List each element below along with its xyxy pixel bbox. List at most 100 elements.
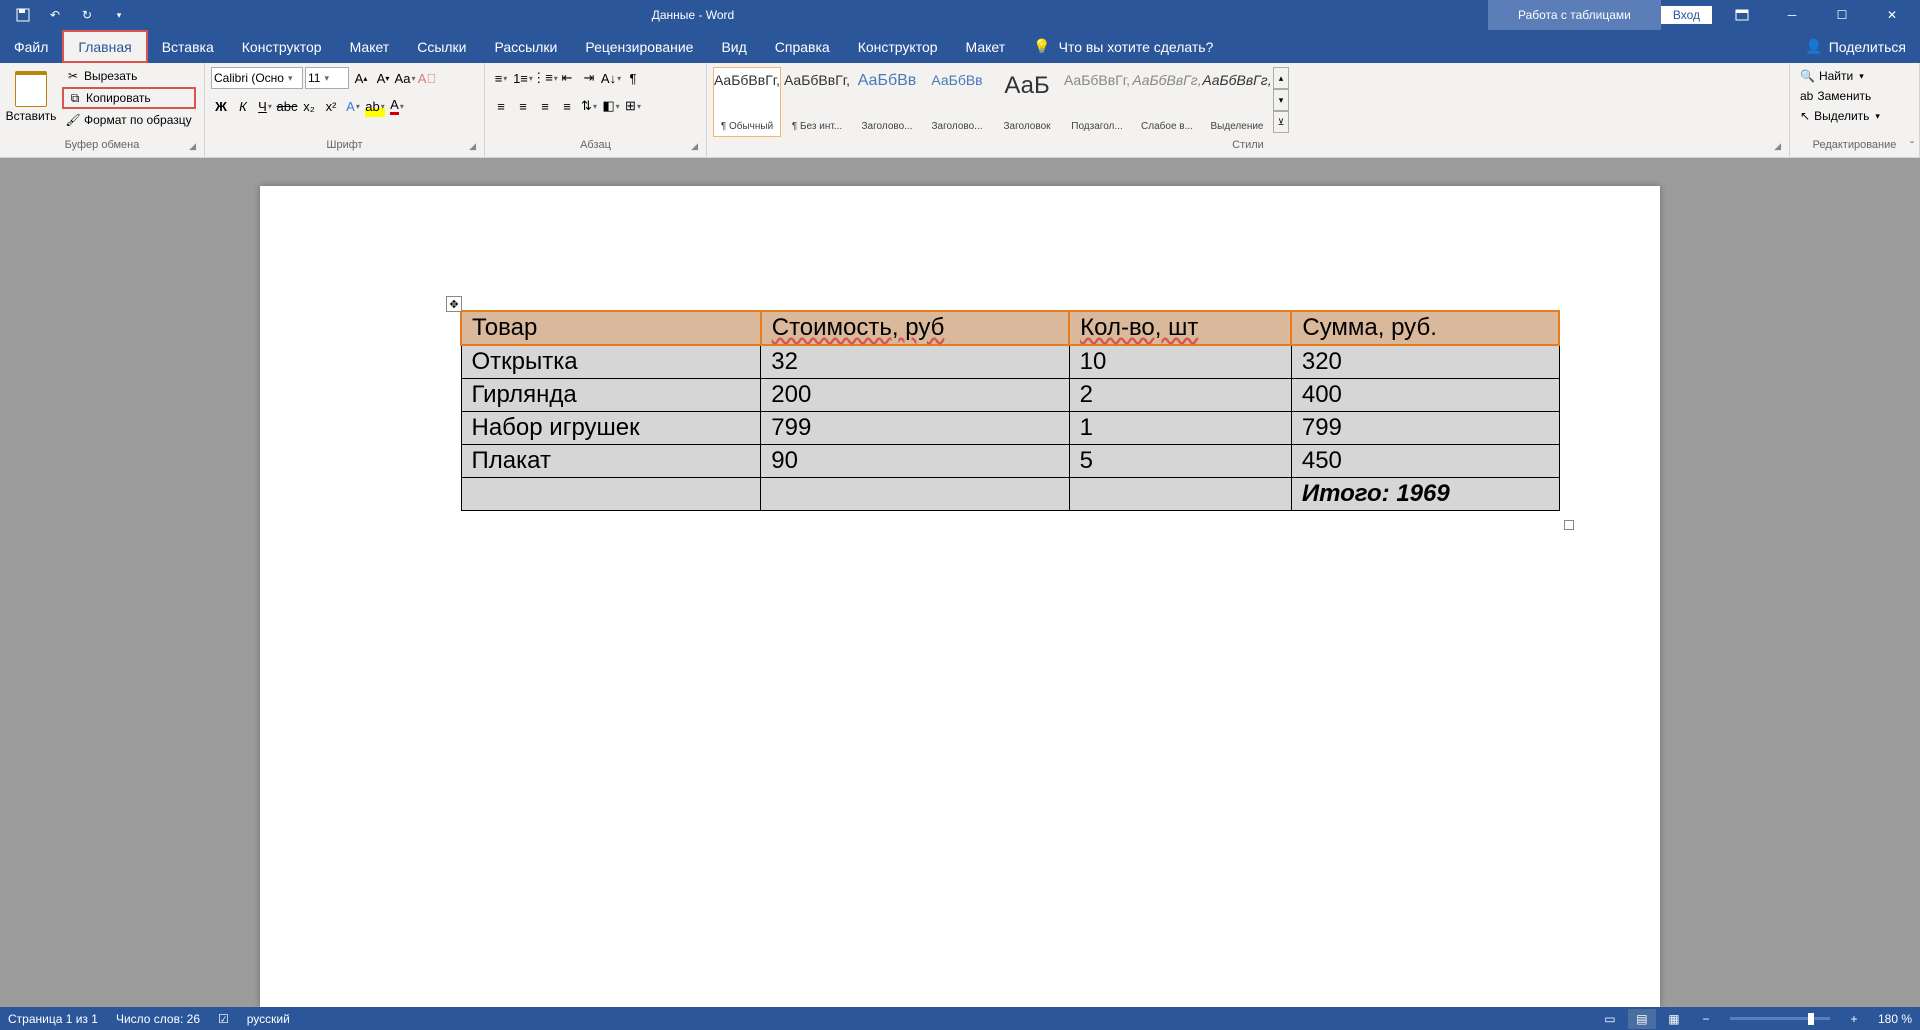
status-words[interactable]: Число слов: 26 [116,1012,200,1026]
italic-button[interactable]: К [233,95,253,117]
style-normal[interactable]: АаБбВвГг,¶ Обычный [713,67,781,137]
align-left-button[interactable]: ≡ [491,95,511,117]
replace-button[interactable]: abЗаменить [1796,87,1884,105]
format-painter-label: Формат по образцу [84,113,192,127]
paste-button[interactable]: Вставить [6,67,56,123]
tab-help[interactable]: Справка [761,30,844,63]
multilevel-button[interactable]: ⋮≡ [535,67,555,89]
zoom-thumb[interactable] [1808,1013,1814,1025]
tab-references[interactable]: Ссылки [403,30,480,63]
format-painter-button[interactable]: 🖌Формат по образцу [62,111,196,129]
status-page[interactable]: Страница 1 из 1 [8,1012,98,1026]
highlight-button[interactable]: ab [365,95,385,117]
change-case-button[interactable]: Aa [395,67,415,89]
proofing-icon[interactable]: ☑ [218,1012,229,1026]
text-effects-button[interactable]: A [343,95,363,117]
read-mode-icon[interactable]: ▭ [1596,1009,1624,1029]
undo-icon[interactable]: ↶ [46,6,64,24]
signin-button[interactable]: Вход [1661,6,1712,24]
superscript-button[interactable]: x² [321,95,341,117]
select-button[interactable]: ↖Выделить▾ [1796,107,1884,125]
sort-button[interactable]: A↓ [601,67,621,89]
align-right-button[interactable]: ≡ [535,95,555,117]
find-button[interactable]: 🔍Найти▾ [1796,67,1884,85]
show-marks-button[interactable]: ¶ [623,67,643,89]
share-button[interactable]: Поделиться [1829,39,1906,55]
tab-table-layout[interactable]: Макет [952,30,1020,63]
font-name-value: Calibri (Осно [214,71,284,85]
tab-layout[interactable]: Макет [336,30,404,63]
th-cost[interactable]: Стоимость, руб [761,311,1069,345]
strikethrough-button[interactable]: abc [277,95,297,117]
tab-design[interactable]: Конструктор [228,30,336,63]
bold-button[interactable]: Ж [211,95,231,117]
paragraph-launcher-icon[interactable]: ◢ [691,141,698,152]
th-qty[interactable]: Кол-во, шт [1069,311,1291,345]
status-language[interactable]: русский [247,1012,290,1026]
underline-button[interactable]: Ч [255,95,275,117]
borders-button[interactable]: ⊞ [623,95,643,117]
font-size-combo[interactable]: 11▾ [305,67,349,89]
maximize-icon[interactable]: ☐ [1822,0,1862,30]
chevron-down-icon: ▾ [324,73,329,84]
style-subtle-emphasis[interactable]: АаБбВвГг,Слабое в... [1133,67,1201,137]
shrink-font-button[interactable]: A▾ [373,67,393,89]
clear-formatting-button[interactable]: A⃠ [417,67,437,89]
shading-button[interactable]: ◧ [601,95,621,117]
redo-icon[interactable]: ↻ [78,6,96,24]
decrease-indent-button[interactable]: ⇤ [557,67,577,89]
zoom-out-icon[interactable]: − [1692,1009,1720,1029]
tab-home[interactable]: Главная [62,30,147,63]
print-layout-icon[interactable]: ▤ [1628,1009,1656,1029]
page: ✥ Товар Стоимость, руб Кол-во, шт Сумма,… [260,186,1660,1007]
minimize-icon[interactable]: ─ [1772,0,1812,30]
tab-review[interactable]: Рецензирование [571,30,707,63]
styles-launcher-icon[interactable]: ◢ [1774,141,1781,152]
total-cell[interactable]: Итого: 1969 [1291,478,1559,511]
gallery-more-icon[interactable]: ⊻ [1273,111,1289,133]
font-name-combo[interactable]: Calibri (Осно▾ [211,67,303,89]
gallery-up-icon[interactable]: ▴ [1273,67,1289,89]
collapse-ribbon-icon[interactable]: ˇ [1910,139,1914,153]
style-heading2[interactable]: АаБбВвЗаголово... [923,67,991,137]
document-table[interactable]: Товар Стоимость, руб Кол-во, шт Сумма, р… [460,310,1560,511]
style-subtitle[interactable]: АаБбВвГг,Подзагол... [1063,67,1131,137]
subscript-button[interactable]: x₂ [299,95,319,117]
align-center-button[interactable]: ≡ [513,95,533,117]
qat-dropdown-icon[interactable]: ▾ [110,6,128,24]
style-heading1[interactable]: АаБбВвЗаголово... [853,67,921,137]
style-no-spacing[interactable]: АаБбВвГг,¶ Без инт... [783,67,851,137]
zoom-level[interactable]: 180 % [1878,1012,1912,1026]
line-spacing-button[interactable]: ⇅ [579,95,599,117]
tab-table-design[interactable]: Конструктор [844,30,952,63]
web-layout-icon[interactable]: ▦ [1660,1009,1688,1029]
tellme[interactable]: 💡 Что вы хотите сделать? [1019,30,1227,63]
th-sum[interactable]: Сумма, руб. [1291,311,1559,345]
numbering-button[interactable]: 1≡ [513,67,533,89]
gallery-down-icon[interactable]: ▾ [1273,89,1289,111]
zoom-in-icon[interactable]: + [1840,1009,1868,1029]
tab-insert[interactable]: Вставка [148,30,228,63]
table-move-handle-icon[interactable]: ✥ [446,296,462,312]
tab-mailings[interactable]: Рассылки [481,30,572,63]
font-color-button[interactable]: A [387,95,407,117]
clipboard-launcher-icon[interactable]: ◢ [189,141,196,152]
style-emphasis[interactable]: АаБбВвГг,Выделение [1203,67,1271,137]
tab-view[interactable]: Вид [707,30,760,63]
zoom-slider[interactable] [1730,1017,1830,1020]
style-title[interactable]: АаБЗаголовок [993,67,1061,137]
grow-font-button[interactable]: A▴ [351,67,371,89]
tab-file[interactable]: Файл [0,30,62,63]
bullets-button[interactable]: ≡ [491,67,511,89]
cut-button[interactable]: ✂Вырезать [62,67,196,85]
font-launcher-icon[interactable]: ◢ [469,141,476,152]
document-area[interactable]: ✥ Товар Стоимость, руб Кол-во, шт Сумма,… [0,158,1920,1007]
ribbon-display-icon[interactable] [1722,0,1762,30]
copy-button[interactable]: ⧉Копировать [62,87,196,109]
close-icon[interactable]: ✕ [1872,0,1912,30]
save-icon[interactable] [14,6,32,24]
table-resize-handle-icon[interactable] [1564,520,1574,530]
justify-button[interactable]: ≡ [557,95,577,117]
increase-indent-button[interactable]: ⇥ [579,67,599,89]
th-product[interactable]: Товар [461,311,761,345]
